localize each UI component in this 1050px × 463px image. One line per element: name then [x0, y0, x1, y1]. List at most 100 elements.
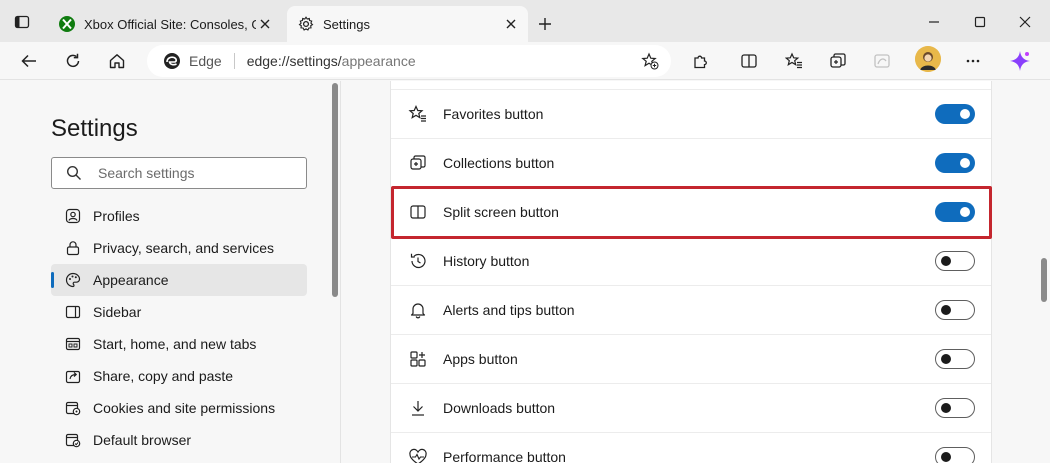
setting-row-history: History button	[391, 237, 991, 286]
performance-icon	[408, 447, 428, 463]
performance-toggle[interactable]	[935, 447, 975, 463]
sidebar-item-default-browser[interactable]: Default browser	[51, 424, 307, 456]
close-window-icon[interactable]	[1013, 10, 1037, 34]
browser-icon	[65, 432, 81, 448]
history-icon	[408, 251, 428, 271]
setting-label: Downloads button	[443, 400, 556, 416]
search-input[interactable]	[98, 165, 298, 181]
sidebar-item-label: Start, home, and new tabs	[93, 336, 257, 352]
tab-title: Settings	[323, 16, 370, 32]
sidebar-item-share[interactable]: Share, copy and paste	[51, 360, 307, 392]
maximize-icon[interactable]	[968, 10, 992, 34]
toggle-knob	[941, 305, 951, 315]
url-text[interactable]: edge://settings/appearance	[247, 53, 416, 69]
bell-icon	[408, 300, 428, 320]
setting-row-performance: Performance button	[391, 433, 991, 463]
copilot-icon[interactable]	[1008, 49, 1032, 73]
toggle-knob	[941, 354, 951, 364]
split-screen-toggle[interactable]	[935, 202, 975, 222]
palette-icon	[65, 272, 81, 288]
setting-row-collections: Collections button	[391, 139, 991, 188]
search-icon	[66, 165, 82, 181]
close-tab-icon[interactable]	[502, 15, 520, 33]
setting-row-split-screen: Split screen button	[391, 188, 991, 237]
lock-icon	[65, 240, 81, 256]
setting-row-favorites: Favorites button	[391, 90, 991, 139]
tab-actions-icon[interactable]	[12, 12, 32, 32]
split-screen-icon[interactable]	[737, 49, 761, 73]
avatar[interactable]	[915, 46, 941, 72]
tab-xbox[interactable]: Xbox Official Site: Consoles, Gam	[48, 6, 282, 42]
tab-bar: Xbox Official Site: Consoles, Gam Settin…	[0, 0, 1050, 42]
sidebar-item-label: Cookies and site permissions	[93, 400, 276, 416]
address-bar[interactable]: Edge edge://settings/appearance	[147, 45, 671, 77]
favorites-icon	[408, 104, 428, 124]
xbox-icon	[58, 15, 76, 33]
alerts-toggle[interactable]	[935, 300, 975, 320]
pane-divider	[340, 81, 341, 463]
collections-toggle[interactable]	[935, 153, 975, 173]
toggle-knob	[960, 158, 970, 168]
more-options-icon[interactable]	[961, 49, 985, 73]
sidebar-item-label: Sidebar	[93, 304, 142, 320]
sidebar-item-start-home[interactable]: Start, home, and new tabs	[51, 328, 307, 360]
extensions-icon[interactable]	[689, 49, 713, 73]
url-scheme: edge://settings/	[246, 53, 342, 69]
setting-row-apps: Apps button	[391, 335, 991, 384]
scrollbar-thumb[interactable]	[1041, 258, 1047, 302]
toggle-knob	[960, 207, 970, 217]
sidebar-item-label: Appearance	[93, 272, 169, 288]
collections-icon[interactable]	[826, 49, 850, 73]
add-favorite-icon[interactable]	[641, 52, 659, 70]
new-tab-icon[interactable]	[535, 14, 555, 34]
setting-row-downloads: Downloads button	[391, 384, 991, 433]
setting-label: Favorites button	[443, 106, 544, 122]
share-icon	[65, 368, 81, 384]
download-icon	[408, 398, 428, 418]
search-box[interactable]	[51, 157, 307, 189]
url-path: appearance	[341, 53, 416, 69]
sidebar-item-appearance[interactable]: Appearance	[51, 264, 307, 296]
sidebar-icon	[65, 304, 81, 320]
sidebar-scrollbar[interactable]	[332, 81, 338, 463]
downloads-toggle[interactable]	[935, 398, 975, 418]
brand-label: Edge	[189, 53, 222, 69]
toggle-knob	[941, 256, 951, 266]
profile-icon	[65, 208, 81, 224]
refresh-icon[interactable]	[61, 49, 85, 73]
tab-settings[interactable]: Settings	[287, 6, 528, 42]
back-arrow-icon[interactable]	[17, 49, 41, 73]
close-tab-icon[interactable]	[256, 15, 274, 33]
edge-logo-icon	[163, 52, 181, 70]
setting-label: Apps button	[443, 351, 518, 367]
apps-icon	[408, 349, 428, 369]
sidebar-item-privacy[interactable]: Privacy, search, and services	[51, 232, 307, 264]
setting-label: History button	[443, 253, 530, 269]
sidebar-item-cookies[interactable]: Cookies and site permissions	[51, 392, 307, 424]
favorites-icon[interactable]	[782, 49, 806, 73]
settings-sidebar: Settings Profiles Privacy, search, and s…	[0, 81, 340, 463]
collections-icon	[408, 153, 428, 173]
split-screen-icon	[408, 202, 428, 222]
sidebar-item-label: Privacy, search, and services	[93, 240, 275, 256]
page-title: Settings	[51, 115, 138, 142]
sidebar-item-label: Default browser	[93, 432, 192, 448]
sidebar-item-label: Share, copy and paste	[93, 368, 234, 384]
settings-nav: Profiles Privacy, search, and services A…	[51, 200, 307, 456]
apps-toggle[interactable]	[935, 349, 975, 369]
browser-essentials-icon[interactable]	[870, 49, 894, 73]
sidebar-item-profiles[interactable]: Profiles	[51, 200, 307, 232]
history-toggle[interactable]	[935, 251, 975, 271]
minimize-icon[interactable]	[922, 10, 946, 34]
setting-label: Collections button	[443, 155, 555, 171]
tab-title: Xbox Official Site: Consoles, Gam	[84, 16, 256, 32]
gear-icon	[297, 15, 315, 33]
home-icon[interactable]	[105, 49, 129, 73]
favorites-toggle[interactable]	[935, 104, 975, 124]
toolbar: Edge edge://settings/appearance	[0, 42, 1050, 80]
setting-row-alerts: Alerts and tips button	[391, 286, 991, 335]
page-scrollbar[interactable]	[1040, 81, 1048, 463]
sidebar-item-sidebar[interactable]: Sidebar	[51, 296, 307, 328]
setting-label: Performance button	[443, 449, 566, 463]
scrollbar-thumb[interactable]	[332, 83, 338, 297]
